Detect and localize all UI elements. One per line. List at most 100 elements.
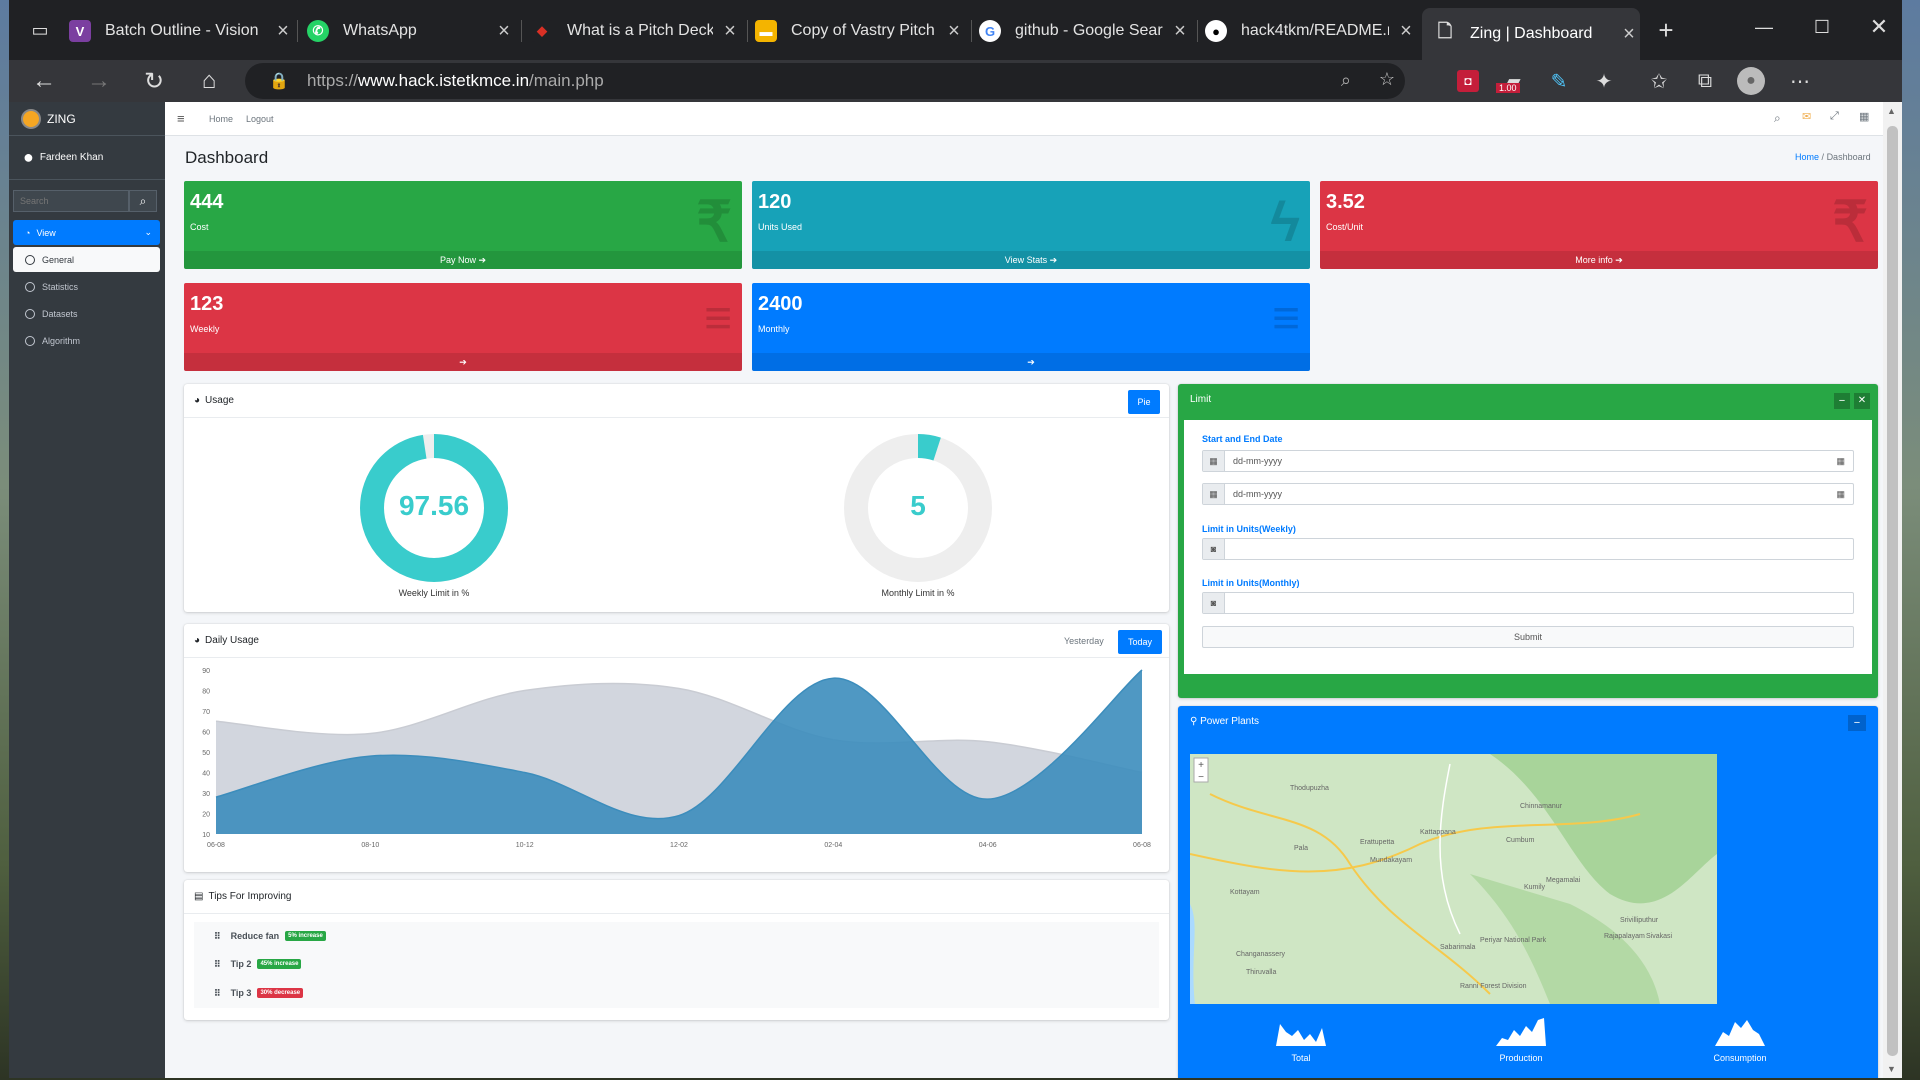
pie-button[interactable]: Pie bbox=[1128, 390, 1160, 414]
end-date-input[interactable]: ▦ dd-mm-yyyy ▦ bbox=[1202, 483, 1854, 505]
scroll-down-icon[interactable]: ▼ bbox=[1887, 1064, 1896, 1074]
limit-form: Start and End Date ▦ dd-mm-yyyy ▦ ▦ dd-mm-y… bbox=[1184, 420, 1872, 674]
scroll-up-icon[interactable]: ▲ bbox=[1887, 106, 1896, 116]
chevron-down-icon: ⌄ bbox=[144, 227, 152, 237]
tab-whatsapp[interactable]: ✆ WhatsApp × bbox=[307, 11, 515, 51]
circle-icon bbox=[25, 308, 35, 319]
tab-pitch-deck[interactable]: ◆ What is a Pitch Deck × bbox=[531, 11, 741, 51]
profile-avatar-icon[interactable]: ● bbox=[1737, 67, 1765, 95]
map-place-label: Srivilliputhur bbox=[1620, 917, 1659, 924]
sidebar-item-general[interactable]: General bbox=[13, 247, 160, 272]
tab-batch-outline[interactable]: V Batch Outline - Vision × bbox=[69, 11, 294, 51]
user-avatar-icon: ● bbox=[23, 147, 34, 167]
map-place-label: Megamalai bbox=[1546, 877, 1581, 884]
stat-box-cost: ₹ 444 Cost Pay Now ➔ bbox=[184, 181, 742, 269]
favorite-add-icon[interactable]: ☆ bbox=[1379, 69, 1395, 90]
power-plants-map[interactable]: Thodupuzha Kattappana Chinnamanur Cumbum Kot… bbox=[1190, 754, 1717, 1004]
fullscreen-icon[interactable]: ⤢ bbox=[1830, 110, 1839, 123]
monthly-footer-link[interactable]: ➔ bbox=[752, 353, 1310, 371]
pay-now-link[interactable]: Pay Now ➔ bbox=[184, 251, 742, 269]
close-tab-icon[interactable]: × bbox=[272, 20, 294, 43]
sidebar-item-statistics[interactable]: Statistics bbox=[13, 274, 160, 299]
submit-button[interactable]: Submit bbox=[1202, 626, 1854, 648]
favorites-icon[interactable]: ✩ bbox=[1644, 66, 1674, 96]
new-tab-icon[interactable]: + bbox=[1649, 13, 1683, 47]
sparkline-production-icon bbox=[1496, 1018, 1546, 1046]
calendar-picker-icon[interactable]: ▦ bbox=[1836, 456, 1845, 467]
close-tab-icon[interactable]: × bbox=[943, 20, 965, 43]
breadcrumb-home[interactable]: Home bbox=[1795, 152, 1819, 162]
yesterday-button[interactable]: Yesterday bbox=[1064, 636, 1104, 646]
start-date-input[interactable]: ▦ dd-mm-yyyy ▦ bbox=[1202, 450, 1854, 472]
drag-handle-icon[interactable]: ⠿ bbox=[214, 931, 221, 942]
x-tick-label: 04-06 bbox=[979, 842, 997, 849]
x-tick-label: 06-08 bbox=[207, 842, 225, 849]
close-tab-icon[interactable]: × bbox=[1618, 23, 1640, 46]
sidebar-item-view[interactable]: ◔ View ⌄ bbox=[13, 220, 160, 245]
close-tab-icon[interactable]: × bbox=[719, 20, 741, 43]
address-bar[interactable]: 🔒 https://www.hack.istetkmce.in/main.php… bbox=[245, 63, 1405, 99]
close-icon[interactable]: ✕ bbox=[1854, 393, 1870, 409]
extension-badge-icon[interactable]: 1.00 ▰ bbox=[1496, 66, 1528, 96]
sidebar-search-input[interactable] bbox=[13, 190, 129, 212]
search-icon[interactable]: ⌕ bbox=[129, 190, 157, 212]
scroll-thumb[interactable] bbox=[1887, 126, 1898, 1056]
tab-github-readme[interactable]: ● hack4tkm/README.m × bbox=[1205, 11, 1417, 51]
tab-zing-dashboard[interactable]: 🗋 Zing | Dashboard × bbox=[1422, 8, 1640, 60]
nav-home-link[interactable]: Home bbox=[209, 114, 233, 124]
tab-google-search[interactable]: G github - Google Search× bbox=[979, 11, 1191, 51]
page-icon: 🗋 bbox=[1437, 21, 1453, 41]
map-place-label: Chinnamanur bbox=[1520, 803, 1563, 810]
sidebar-item-datasets[interactable]: Datasets bbox=[13, 301, 160, 326]
y-tick-label: 30 bbox=[202, 791, 210, 798]
notifications-icon[interactable]: ✉ bbox=[1802, 110, 1811, 123]
sidebar-item-algorithm[interactable]: Algorithm bbox=[13, 328, 160, 353]
user-panel[interactable]: ● Fardeen Khan bbox=[9, 136, 165, 180]
back-icon[interactable]: ← bbox=[27, 64, 61, 98]
today-button[interactable]: Today bbox=[1118, 630, 1162, 654]
tip-item[interactable]: ⠿ Reduce fan 5% increase bbox=[214, 926, 326, 946]
weekly-limit-input[interactable]: ◙ bbox=[1202, 538, 1854, 560]
tab-vastry-pitch[interactable]: ▬ Copy of Vastry Pitch D × bbox=[755, 11, 965, 51]
monthly-limit-input[interactable]: ◙ bbox=[1202, 592, 1854, 614]
grid-apps-icon[interactable]: ▦ bbox=[1859, 110, 1869, 123]
extension-pen-icon[interactable]: ✎ bbox=[1544, 66, 1574, 96]
close-window-icon[interactable]: ✕ bbox=[1862, 10, 1896, 44]
calendar-picker-icon[interactable]: ▦ bbox=[1836, 489, 1845, 500]
close-tab-icon[interactable]: × bbox=[1169, 20, 1191, 43]
weekly-footer-link[interactable]: ➔ bbox=[184, 353, 742, 371]
drag-handle-icon[interactable]: ⠿ bbox=[214, 959, 221, 970]
search-icon[interactable]: ⌕ bbox=[1774, 111, 1781, 126]
view-stats-link[interactable]: View Stats ➔ bbox=[752, 251, 1310, 269]
close-tab-icon[interactable]: × bbox=[493, 20, 515, 43]
y-tick-label: 90 bbox=[202, 668, 210, 675]
tab-actions-icon[interactable]: ▭ bbox=[23, 13, 57, 47]
monthly-gauge-value: 5 bbox=[910, 490, 926, 521]
tip-item[interactable]: ⠿ Tip 3 30% decrease bbox=[214, 983, 304, 1003]
extensions-puzzle-icon[interactable]: ✦ bbox=[1589, 66, 1619, 96]
minimize-icon[interactable]: — bbox=[1747, 10, 1781, 44]
map-place-label: Kumily bbox=[1524, 884, 1546, 891]
nav-logout-link[interactable]: Logout bbox=[246, 114, 274, 124]
close-tab-icon[interactable]: × bbox=[1395, 20, 1417, 43]
reload-icon[interactable]: ↻ bbox=[137, 64, 171, 98]
brand[interactable]: ZING bbox=[9, 102, 165, 136]
more-info-link[interactable]: More info ➔ bbox=[1320, 251, 1878, 269]
collections-icon[interactable]: ⧉ bbox=[1690, 66, 1720, 96]
extension-red-icon[interactable]: ◘ bbox=[1457, 70, 1479, 92]
x-tick-label: 12-02 bbox=[670, 842, 688, 849]
tip-item[interactable]: ⠿ Tip 2 45% increase bbox=[214, 954, 302, 974]
forward-icon[interactable]: → bbox=[82, 64, 116, 98]
collapse-icon[interactable]: − bbox=[1848, 715, 1866, 731]
drag-handle-icon[interactable]: ⠿ bbox=[214, 988, 221, 999]
hamburger-menu-icon[interactable]: ≡ bbox=[177, 111, 185, 126]
collapse-icon[interactable]: − bbox=[1834, 393, 1850, 409]
monthly-gauge-label: Monthly Limit in % bbox=[881, 588, 955, 598]
google-slides-icon: ▬ bbox=[755, 20, 777, 42]
maximize-icon[interactable]: ☐ bbox=[1805, 10, 1839, 44]
zoom-icon[interactable]: ⌕ bbox=[1341, 70, 1351, 91]
y-tick-label: 40 bbox=[202, 771, 210, 778]
page-scrollbar[interactable]: ▲ ▼ bbox=[1883, 102, 1902, 1078]
home-icon[interactable]: ⌂ bbox=[192, 64, 226, 98]
more-menu-icon[interactable]: ⋯ bbox=[1785, 66, 1815, 96]
